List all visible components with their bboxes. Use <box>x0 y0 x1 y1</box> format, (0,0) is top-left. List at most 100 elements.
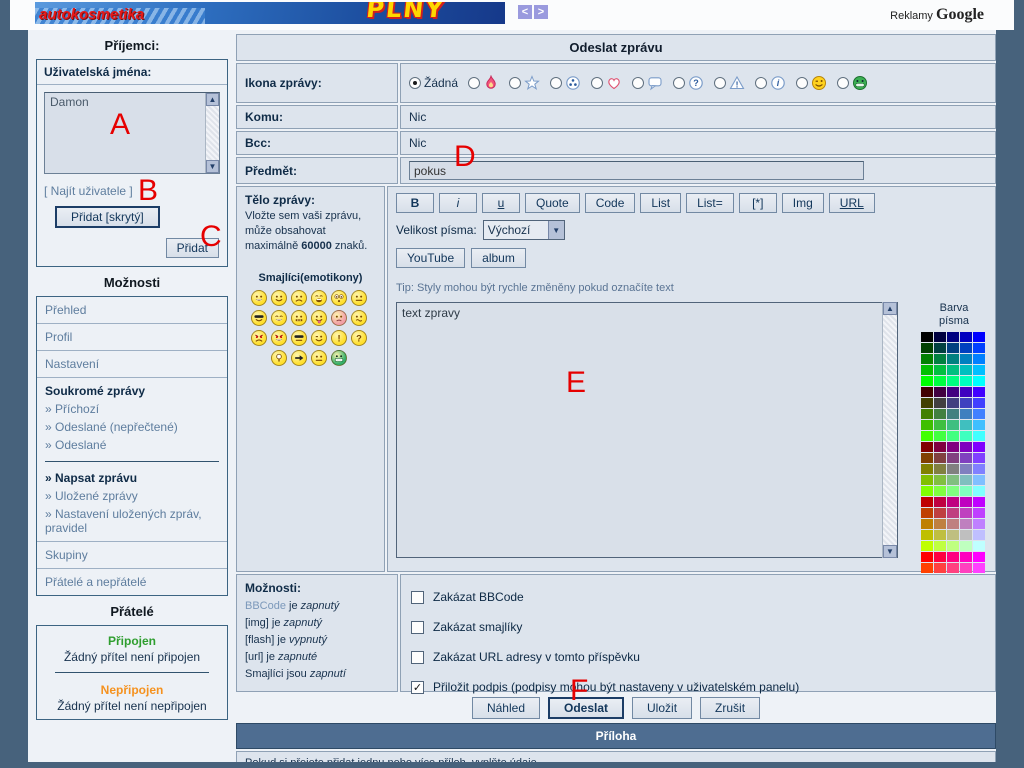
palette-color-swatch[interactable] <box>960 332 972 342</box>
palette-color-swatch[interactable] <box>921 530 933 540</box>
palette-color-swatch[interactable] <box>947 343 959 353</box>
zruit-button[interactable]: Zrušit <box>700 697 760 719</box>
palette-color-swatch[interactable] <box>921 442 933 452</box>
bbcode-List-button[interactable]: List <box>640 193 681 213</box>
checkbox-0[interactable] <box>411 591 424 604</box>
palette-color-swatch[interactable] <box>947 332 959 342</box>
green-grin-radio[interactable] <box>837 77 849 89</box>
palette-color-swatch[interactable] <box>921 486 933 496</box>
album-button[interactable]: album <box>471 248 526 268</box>
palette-color-swatch[interactable] <box>973 530 985 540</box>
add-button[interactable]: Přidat <box>166 238 219 258</box>
palette-color-swatch[interactable] <box>934 519 946 529</box>
speech-bubble-radio[interactable] <box>632 77 644 89</box>
palette-color-swatch[interactable] <box>960 431 972 441</box>
warning-radio[interactable] <box>714 77 726 89</box>
palette-color-swatch[interactable] <box>921 365 933 375</box>
palette-color-swatch[interactable] <box>947 486 959 496</box>
sidebar-item-soukromé-zprávy[interactable]: Soukromé zprávy <box>45 382 219 400</box>
nhled-button[interactable]: Náhled <box>472 697 540 719</box>
palette-color-swatch[interactable] <box>947 354 959 364</box>
palette-color-swatch[interactable] <box>973 464 985 474</box>
palette-color-swatch[interactable] <box>934 497 946 507</box>
palette-color-swatch[interactable] <box>960 497 972 507</box>
info-radio[interactable] <box>755 77 767 89</box>
palette-color-swatch[interactable] <box>947 464 959 474</box>
palette-color-swatch[interactable] <box>934 541 946 551</box>
palette-color-swatch[interactable] <box>960 343 972 353</box>
idea-smiley-icon[interactable] <box>271 350 287 366</box>
wink-smiley-icon[interactable] <box>311 330 327 346</box>
neutral-smiley-icon[interactable] <box>311 350 327 366</box>
palette-color-swatch[interactable] <box>973 354 985 364</box>
shades-smiley-icon[interactable] <box>291 330 307 346</box>
smile-smiley-icon[interactable] <box>271 290 287 306</box>
palette-color-swatch[interactable] <box>921 552 933 562</box>
palette-color-swatch[interactable] <box>960 486 972 496</box>
palette-color-swatch[interactable] <box>934 409 946 419</box>
heart-radio[interactable] <box>591 77 603 89</box>
palette-color-swatch[interactable] <box>947 387 959 397</box>
palette-color-swatch[interactable] <box>947 475 959 485</box>
sidebar-item-nastavení[interactable]: Nastavení <box>45 355 219 373</box>
palette-color-swatch[interactable] <box>921 431 933 441</box>
palette-color-swatch[interactable] <box>960 442 972 452</box>
palette-color-swatch[interactable] <box>947 398 959 408</box>
sidebar-item--odeslané[interactable]: » Odeslané <box>45 436 219 454</box>
palette-color-swatch[interactable] <box>947 563 959 573</box>
username-entry[interactable]: Damon <box>45 93 219 111</box>
palette-color-swatch[interactable] <box>934 343 946 353</box>
palette-color-swatch[interactable] <box>960 519 972 529</box>
palette-color-swatch[interactable] <box>947 420 959 430</box>
sidebar-item--napsat-zprávu[interactable]: » Napsat zprávu <box>45 469 219 487</box>
palette-color-swatch[interactable] <box>973 332 985 342</box>
cool-smiley-icon[interactable] <box>251 310 267 326</box>
smiley-wink-radio[interactable] <box>796 77 808 89</box>
palette-color-swatch[interactable] <box>921 563 933 573</box>
palette-color-swatch[interactable] <box>973 343 985 353</box>
palette-color-swatch[interactable] <box>973 475 985 485</box>
scroll-down-icon[interactable]: ▼ <box>883 545 897 558</box>
scroll-up-icon[interactable]: ▲ <box>206 93 219 106</box>
question-radio[interactable] <box>673 77 685 89</box>
bbcode-Img-button[interactable]: Img <box>782 193 824 213</box>
palette-color-swatch[interactable] <box>921 420 933 430</box>
palette-color-swatch[interactable] <box>960 376 972 386</box>
palette-color-swatch[interactable] <box>947 541 959 551</box>
palette-color-swatch[interactable] <box>960 552 972 562</box>
palette-color-swatch[interactable] <box>973 497 985 507</box>
palette-color-swatch[interactable] <box>921 398 933 408</box>
sidebar-item--odeslané-nepřečtené-[interactable]: » Odeslané (nepřečtené) <box>45 418 219 436</box>
palette-color-swatch[interactable] <box>973 453 985 463</box>
very-happy-smiley-icon[interactable] <box>311 290 327 306</box>
palette-color-swatch[interactable] <box>934 552 946 562</box>
palette-color-swatch[interactable] <box>973 398 985 408</box>
find-user-link[interactable]: [ Najít uživatele ] <box>37 181 227 204</box>
youtube-button[interactable]: YouTube <box>396 248 465 268</box>
rolleyes-smiley-icon[interactable] <box>351 310 367 326</box>
palette-color-swatch[interactable] <box>973 376 985 386</box>
palette-color-swatch[interactable] <box>947 453 959 463</box>
sidebar-item--uložené-zprávy[interactable]: » Uložené zprávy <box>45 487 219 505</box>
palette-color-swatch[interactable] <box>934 332 946 342</box>
palette-color-swatch[interactable] <box>947 519 959 529</box>
palette-color-swatch[interactable] <box>947 508 959 518</box>
checkbox-2[interactable] <box>411 651 424 664</box>
sad-smiley-icon[interactable] <box>291 290 307 306</box>
banner-prev-button[interactable]: < <box>518 5 532 19</box>
palette-color-swatch[interactable] <box>934 376 946 386</box>
palette-color-swatch[interactable] <box>934 464 946 474</box>
palette-color-swatch[interactable] <box>960 508 972 518</box>
palette-color-swatch[interactable] <box>934 442 946 452</box>
palette-color-swatch[interactable] <box>921 387 933 397</box>
bbcode--button[interactable]: [*] <box>739 193 777 213</box>
banner-next-button[interactable]: > <box>534 5 548 19</box>
bbcode-Code-button[interactable]: Code <box>585 193 636 213</box>
palette-color-swatch[interactable] <box>973 365 985 375</box>
sidebar-item-přátelé-a-nepřátelé[interactable]: Přátelé a nepřátelé <box>45 573 219 591</box>
palette-color-swatch[interactable] <box>960 541 972 551</box>
palette-color-swatch[interactable] <box>973 486 985 496</box>
palette-color-swatch[interactable] <box>934 365 946 375</box>
palette-color-swatch[interactable] <box>921 409 933 419</box>
embarrassed-smiley-icon[interactable] <box>331 310 347 326</box>
